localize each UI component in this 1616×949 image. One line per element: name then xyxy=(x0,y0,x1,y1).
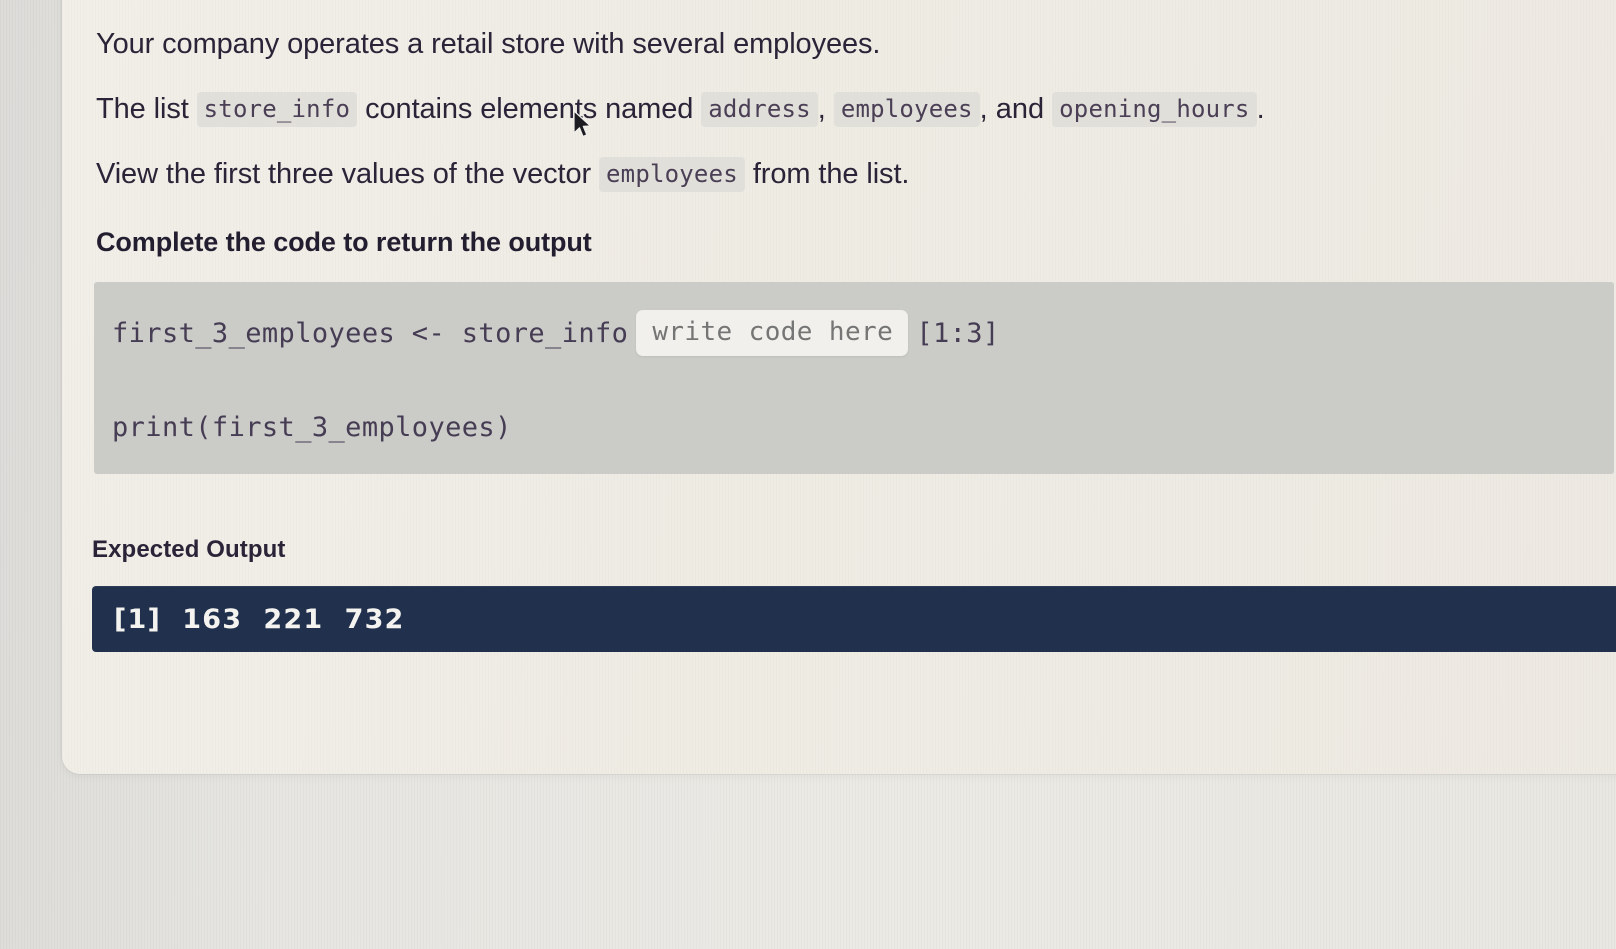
prompt-line-1: Your company operates a retail store wit… xyxy=(96,28,881,60)
exercise-content: Your company operates a retail store wit… xyxy=(92,26,1616,653)
prompt-comma-1: , xyxy=(817,92,826,125)
code-line-1: first_3_employees <- store_info [1:3] xyxy=(94,310,1614,357)
expected-output-label: Expected Output xyxy=(92,536,286,564)
prompt-line-2-text-3: , and xyxy=(979,92,1045,125)
prompt-line-3-text-1: View the first three values of the vecto… xyxy=(96,158,592,191)
inline-code-address: address xyxy=(701,91,818,127)
inline-code-opening-hours: opening_hours xyxy=(1052,91,1257,127)
write-code-here-input[interactable] xyxy=(636,310,909,357)
code-line-2: print(first_3_employees) xyxy=(112,412,512,444)
prompt-line-2: The list store_info contains elements na… xyxy=(96,91,1616,129)
prompt-line-2-text-2: contains elements named xyxy=(365,92,694,125)
prompt-line-3-text-2: from the list. xyxy=(752,158,910,191)
instruction-heading: Complete the code to return the output xyxy=(96,227,592,258)
inline-code-employees: employees xyxy=(833,91,980,127)
inline-code-store-info: store_info xyxy=(196,91,358,127)
code-line-1-prefix: first_3_employees <- store_info xyxy=(112,318,629,350)
code-editor-block: first_3_employees <- store_info [1:3] pri… xyxy=(94,282,1614,475)
inline-code-employees-vector: employees xyxy=(599,157,745,193)
prompt-period: . xyxy=(1256,92,1265,125)
prompt-line-2-text-1: The list xyxy=(96,92,189,125)
prompt-line-3: View the first three values of the vecto… xyxy=(96,156,1616,194)
expected-output-value: [1] 163 221 732 xyxy=(114,603,405,635)
code-line-1-suffix: [1:3] xyxy=(916,318,1000,350)
expected-output-bar: [1] 163 221 732 xyxy=(92,586,1616,653)
exercise-card: Your company operates a retail store wit… xyxy=(62,0,1616,774)
